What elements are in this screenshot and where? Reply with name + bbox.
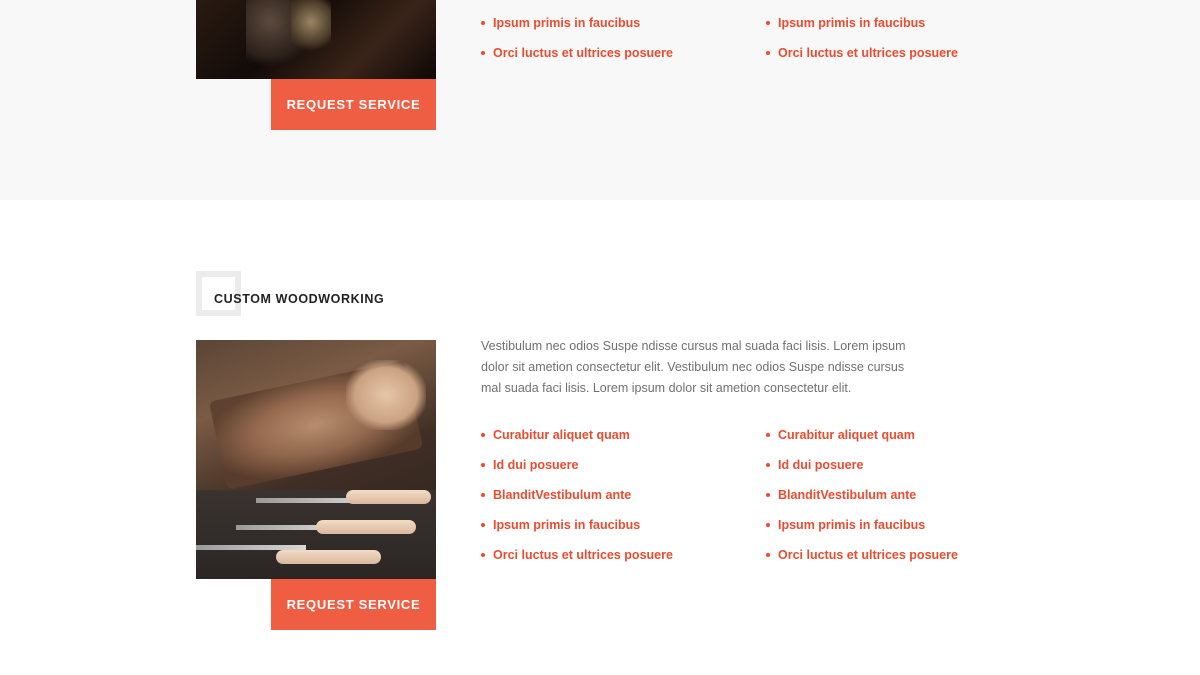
list-item: Ipsum primis in faucibus (481, 13, 673, 43)
list-item: Orci luctus et ultrices posuere (481, 43, 673, 73)
service-description: Vestibulum nec odios Suspe ndisse cursus… (481, 339, 906, 395)
list-item: BlanditVestibulum ante (481, 485, 673, 515)
image-detail (291, 0, 331, 55)
service-image (196, 0, 436, 79)
image-detail (346, 360, 426, 430)
woodworking-image (196, 340, 436, 579)
list-item: Ipsum primis in faucibus (481, 515, 673, 545)
request-service-button[interactable]: REQUEST SERVICE (271, 79, 436, 130)
list-item: Ipsum primis in faucibus (766, 13, 958, 43)
section-title: CUSTOM WOODWORKING (214, 292, 385, 306)
list-item: Curabitur aliquet quam (766, 425, 958, 455)
feature-list-right: Curabitur aliquet quam Id dui posuere Bl… (766, 425, 958, 575)
request-service-button[interactable]: REQUEST SERVICE (271, 579, 436, 630)
list-item: Id dui posuere (481, 455, 673, 485)
list-item: Orci luctus et ultrices posuere (766, 43, 958, 73)
list-item: BlanditVestibulum ante (766, 485, 958, 515)
feature-list-left: Curabitur aliquet quam Id dui posuere Bl… (481, 425, 673, 575)
feature-list-left: Ipsum primis in faucibus Orci luctus et … (481, 13, 673, 73)
chisel-handle (276, 550, 381, 564)
feature-list-right: Ipsum primis in faucibus Orci luctus et … (766, 13, 958, 73)
list-item: Ipsum primis in faucibus (766, 515, 958, 545)
list-item: Id dui posuere (766, 455, 958, 485)
list-item: Curabitur aliquet quam (481, 425, 673, 455)
service-section-previous: REQUEST SERVICE Ipsum primis in faucibus… (0, 0, 1200, 200)
list-item: Orci luctus et ultrices posuere (481, 545, 673, 575)
list-item: Orci luctus et ultrices posuere (766, 545, 958, 575)
chisel-handle (316, 520, 416, 534)
chisel-handle (346, 490, 431, 504)
